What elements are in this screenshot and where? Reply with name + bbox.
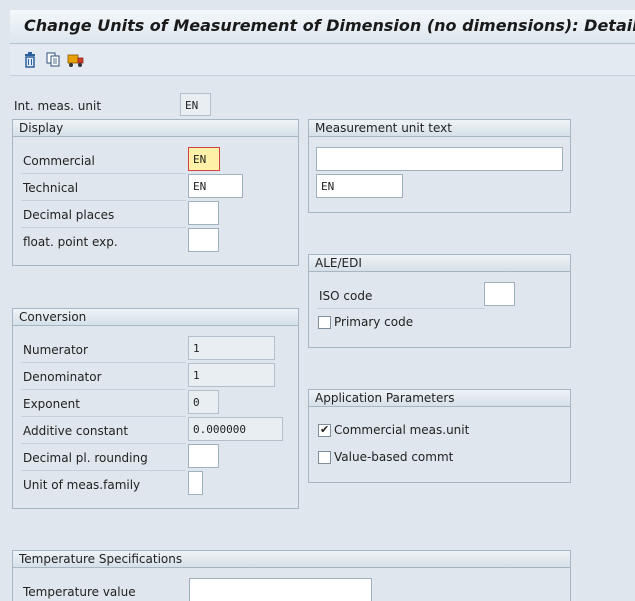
float-exp-row: float. point exp. xyxy=(21,228,186,255)
conversion-group: Conversion Numerator 1 Denominator 1 Exp… xyxy=(12,308,299,509)
unit-family-field[interactable] xyxy=(188,471,203,495)
commercial-meas-unit-checkbox[interactable]: ✔ xyxy=(318,423,331,437)
decimal-places-field[interactable] xyxy=(188,201,219,225)
rounding-label: Decimal pl. rounding xyxy=(23,451,148,465)
temperature-group: Temperature Specifications Temperature v… xyxy=(12,550,571,601)
unit-family-row: Unit of meas.family xyxy=(21,471,186,498)
denominator-label: Denominator xyxy=(23,370,102,384)
display-group: Display Commercial EN Technical EN Decim… xyxy=(12,119,299,266)
int-meas-unit-field: EN xyxy=(180,93,211,116)
technical-row: Technical xyxy=(21,174,186,201)
measurement-unit-text-title: Measurement unit text xyxy=(309,120,570,137)
checkmark-icon: ✔ xyxy=(320,423,330,436)
primary-code-label: Primary code xyxy=(334,315,414,329)
copy-icon[interactable] xyxy=(43,50,63,70)
numerator-label: Numerator xyxy=(23,343,88,357)
measurement-unit-text-group: Measurement unit text EN xyxy=(308,119,571,213)
exponent-row: Exponent xyxy=(21,390,186,417)
temperature-value-field[interactable] xyxy=(189,578,372,601)
page-title: Change Units of Measurement of Dimension… xyxy=(24,16,635,35)
commercial-label: Commercial xyxy=(23,154,95,168)
exponent-label: Exponent xyxy=(23,397,80,411)
numerator-field: 1 xyxy=(188,336,275,360)
primary-code-checkbox[interactable] xyxy=(318,316,331,329)
display-group-title: Display xyxy=(13,120,298,137)
iso-code-field[interactable] xyxy=(484,282,515,306)
application-parameters-group: Application Parameters ✔ Commercial meas… xyxy=(308,389,571,483)
additive-constant-label: Additive constant xyxy=(23,424,129,438)
float-exp-field[interactable] xyxy=(188,228,219,252)
conversion-title: Conversion xyxy=(13,309,298,326)
unit-short-text-field[interactable]: EN xyxy=(316,174,403,198)
temperature-title: Temperature Specifications xyxy=(13,551,570,568)
float-exp-label: float. point exp. xyxy=(23,235,118,249)
commercial-field[interactable]: EN xyxy=(188,147,220,171)
int-meas-unit-label: Int. meas. unit xyxy=(14,99,102,113)
commercial-meas-unit-label: Commercial meas.unit xyxy=(334,423,470,437)
decimal-places-row: Decimal places xyxy=(21,201,186,228)
additive-constant-field: 0.000000 xyxy=(188,417,283,441)
application-parameters-title: Application Parameters xyxy=(309,390,570,407)
ale-edi-title: ALE/EDI xyxy=(309,255,570,272)
unit-family-label: Unit of meas.family xyxy=(23,478,141,492)
exponent-field: 0 xyxy=(188,390,219,414)
technical-field[interactable]: EN xyxy=(188,174,243,198)
commercial-row: Commercial xyxy=(21,147,186,174)
temperature-value-row: Temperature value xyxy=(21,578,186,601)
decimal-places-label: Decimal places xyxy=(23,208,115,222)
iso-code-row: ISO code xyxy=(317,282,485,309)
details-area: Int. meas. unit EN Display Commercial EN… xyxy=(10,77,635,601)
iso-code-label: ISO code xyxy=(319,289,373,303)
transport-icon[interactable] xyxy=(66,50,86,70)
rounding-field[interactable] xyxy=(188,444,219,468)
value-based-commt-checkbox[interactable] xyxy=(318,451,331,464)
ale-edi-group: ALE/EDI ISO code Primary code xyxy=(308,254,571,348)
denominator-field: 1 xyxy=(188,363,275,387)
unit-long-text-field[interactable] xyxy=(316,147,563,171)
numerator-row: Numerator xyxy=(21,336,186,363)
application-toolbar xyxy=(10,45,635,76)
trash-icon[interactable] xyxy=(20,50,40,70)
technical-label: Technical xyxy=(23,181,79,195)
value-based-commt-label: Value-based commt xyxy=(334,450,454,464)
title-bar: Change Units of Measurement of Dimension… xyxy=(10,10,635,44)
additive-constant-row: Additive constant xyxy=(21,417,186,444)
rounding-row: Decimal pl. rounding xyxy=(21,444,186,471)
temperature-value-label: Temperature value xyxy=(23,585,136,599)
denominator-row: Denominator xyxy=(21,363,186,390)
